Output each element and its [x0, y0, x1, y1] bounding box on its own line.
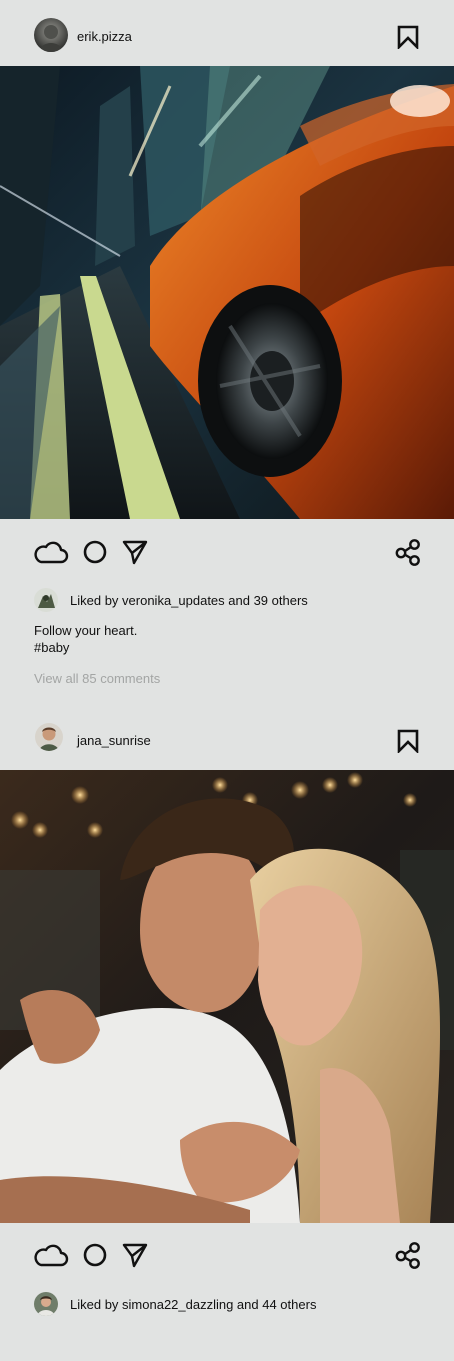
likes-text[interactable]: Liked by simona22_dazzling and 44 others — [70, 1297, 316, 1312]
share-icon[interactable] — [395, 1240, 421, 1270]
caption-hashtag[interactable]: #baby — [34, 639, 137, 656]
liker-avatar[interactable] — [34, 1292, 58, 1316]
post-card: erik.pizza Liked by veronika_updates and… — [0, 0, 454, 703]
view-comments-link[interactable]: View all 85 comments — [34, 671, 160, 687]
post-card: jana_sunrise Liked by simona22_dazzling … — [0, 703, 454, 1361]
liker-avatar[interactable] — [34, 588, 58, 612]
post-username[interactable]: erik.pizza — [77, 29, 132, 45]
bookmark-icon[interactable] — [397, 25, 419, 51]
post-header: jana_sunrise — [0, 703, 454, 770]
post-username[interactable]: jana_sunrise — [77, 733, 151, 749]
circle-icon[interactable] — [83, 1240, 107, 1270]
send-icon[interactable] — [122, 537, 148, 567]
likes-row: Liked by simona22_dazzling and 44 others — [0, 1291, 454, 1317]
user-avatar[interactable] — [34, 18, 68, 52]
likes-text[interactable]: Liked by veronika_updates and 39 others — [70, 593, 308, 608]
post-image[interactable] — [0, 66, 454, 519]
likes-row: Liked by veronika_updates and 39 others — [0, 587, 454, 613]
cloud-icon[interactable] — [33, 1240, 69, 1270]
post-actions — [0, 533, 454, 573]
post-caption: Follow your heart. #baby — [34, 622, 137, 656]
caption-line: Follow your heart. — [34, 623, 138, 638]
bookmark-icon[interactable] — [397, 729, 419, 755]
post-header: erik.pizza — [0, 0, 454, 66]
cloud-icon[interactable] — [33, 537, 69, 567]
user-avatar[interactable] — [35, 723, 63, 751]
post-image[interactable] — [0, 770, 454, 1223]
send-icon[interactable] — [122, 1240, 148, 1270]
circle-icon[interactable] — [83, 537, 107, 567]
post-actions — [0, 1236, 454, 1276]
share-icon[interactable] — [395, 537, 421, 567]
